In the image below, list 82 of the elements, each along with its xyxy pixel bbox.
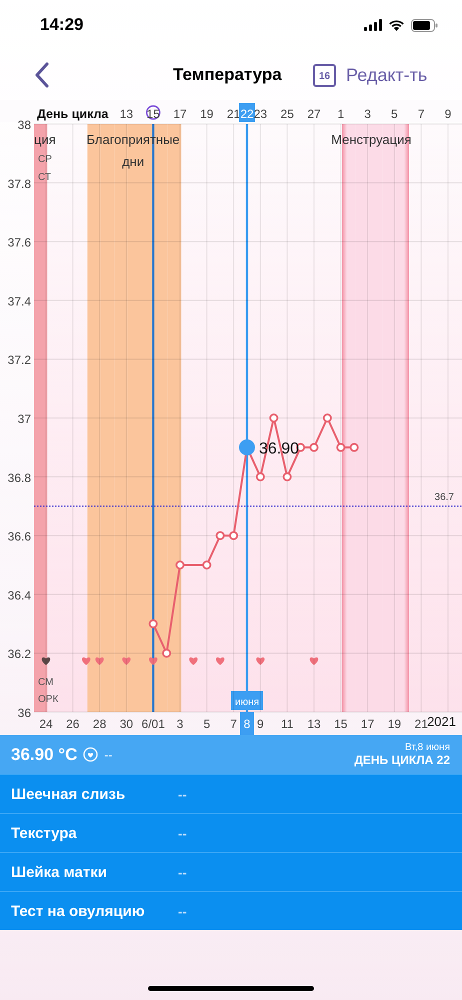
screen-title: Температура bbox=[173, 65, 282, 85]
year-label: 2021 bbox=[427, 714, 456, 729]
row-label: Тест на овуляцию bbox=[11, 902, 146, 920]
date-label: 19 bbox=[388, 717, 402, 731]
cycle-day-label[interactable]: 1 bbox=[337, 107, 344, 121]
signal-icon bbox=[364, 19, 382, 31]
marker-label: СМ bbox=[38, 677, 54, 688]
y-axis-label: 36.6 bbox=[8, 530, 31, 544]
date-label: 9 bbox=[257, 717, 264, 731]
cycle-day-label[interactable]: 5 bbox=[391, 107, 398, 121]
wifi-icon bbox=[388, 19, 405, 31]
cycle-day-label[interactable]: 19 bbox=[200, 107, 214, 121]
row-label: Текстура bbox=[11, 824, 78, 842]
note-value: -- bbox=[104, 748, 112, 762]
marker-label: ОРК bbox=[38, 694, 58, 705]
band-label: Менструация bbox=[331, 132, 412, 147]
date-label: 17 bbox=[360, 717, 374, 731]
y-axis-label: 36.8 bbox=[8, 470, 31, 485]
date-text: Вт,8 июня bbox=[405, 742, 450, 753]
marker-label: СТ bbox=[38, 172, 51, 183]
data-point bbox=[310, 442, 318, 452]
coverline-label: 36.7 bbox=[434, 492, 454, 504]
y-axis-label: 36.4 bbox=[8, 588, 31, 602]
data-point bbox=[202, 560, 212, 570]
cycle-day-label[interactable]: 3 bbox=[364, 107, 371, 121]
cycle-day-text: ДЕНЬ ЦИКЛА 22 bbox=[354, 753, 450, 767]
data-point bbox=[216, 531, 225, 540]
data-point bbox=[176, 560, 184, 570]
axis-title: День цикла bbox=[37, 107, 108, 121]
date-label: 21 bbox=[414, 717, 428, 731]
data-point bbox=[350, 442, 359, 452]
data-point bbox=[269, 414, 278, 422]
date-label: 6/01 bbox=[142, 717, 165, 731]
date-label: 5 bbox=[203, 717, 210, 731]
date-label: 13 bbox=[307, 717, 321, 731]
data-point bbox=[148, 619, 158, 628]
month-badge: июня bbox=[231, 691, 263, 710]
data-point bbox=[256, 472, 265, 482]
y-axis-label: 36.2 bbox=[8, 647, 31, 662]
cycle-day-label[interactable]: 9 bbox=[444, 107, 452, 121]
data-point bbox=[282, 472, 292, 482]
row-value: -- bbox=[178, 826, 187, 840]
date-label: 24 bbox=[39, 717, 53, 731]
date-label: 15 bbox=[334, 717, 348, 731]
data-point bbox=[336, 442, 346, 452]
y-axis-label: 36 bbox=[18, 706, 31, 720]
y-axis-label: 37.6 bbox=[8, 236, 31, 250]
band-label: ция bbox=[34, 132, 56, 147]
date-label: 3 bbox=[176, 717, 184, 731]
y-axis-label: 37.2 bbox=[8, 353, 31, 368]
cycle-day-label[interactable]: 13 bbox=[120, 107, 134, 121]
cycle-day-label[interactable]: 27 bbox=[307, 107, 321, 121]
cycle-day-label[interactable]: 17 bbox=[173, 107, 187, 121]
y-axis-label: 37.8 bbox=[8, 176, 31, 191]
data-point bbox=[322, 414, 332, 422]
row-value: -- bbox=[178, 786, 187, 802]
date-label: 30 bbox=[120, 717, 134, 731]
y-axis-label: 38 bbox=[18, 118, 31, 132]
cycle-day-label[interactable]: 25 bbox=[280, 107, 294, 121]
status-time: 14:29 bbox=[40, 15, 84, 35]
date-label: 28 bbox=[92, 717, 106, 731]
row-label: Шейка матки bbox=[11, 864, 108, 880]
y-axis-label: 37.4 bbox=[8, 294, 31, 308]
cycle-day-label[interactable]: 7 bbox=[418, 107, 425, 121]
temperature-value: 36.90 °C bbox=[11, 744, 78, 764]
data-point bbox=[229, 531, 238, 540]
selected-date: 8 bbox=[240, 712, 254, 735]
edit-button[interactable]: 16 Редакт-ть bbox=[313, 64, 428, 86]
date-label: 11 bbox=[280, 717, 294, 731]
marker-label: СР bbox=[38, 154, 52, 165]
data-point bbox=[162, 648, 172, 658]
y-axis-label: 37 bbox=[18, 412, 31, 426]
row-value: -- bbox=[178, 904, 187, 918]
row-label: Шеечная слизь bbox=[11, 786, 126, 802]
x-tick-label: 8 bbox=[244, 717, 251, 731]
calendar-icon: 16 bbox=[313, 64, 336, 86]
row-value: -- bbox=[178, 864, 187, 880]
cycle-day-label[interactable]: 21 bbox=[226, 107, 240, 121]
selected-point[interactable] bbox=[239, 439, 255, 456]
date-label: 7 bbox=[230, 717, 237, 731]
date-label: 26 bbox=[66, 717, 80, 731]
battery-icon bbox=[411, 18, 438, 32]
